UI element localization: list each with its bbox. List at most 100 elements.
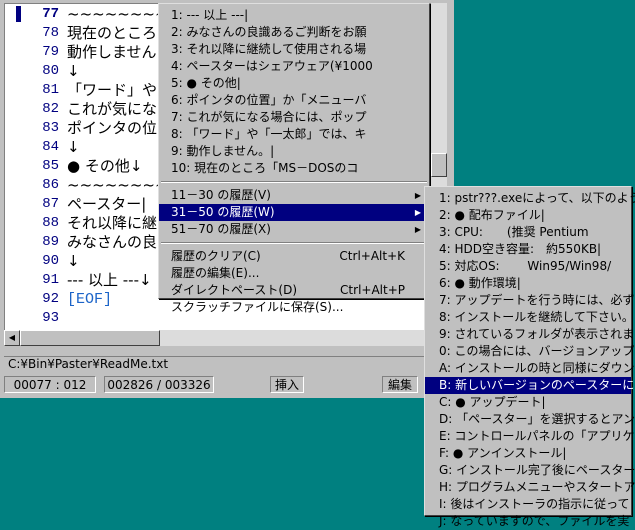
menu-item-label: 51－70 の履歴(X) xyxy=(171,222,271,236)
line-number: 85 xyxy=(42,158,59,174)
history-item[interactable]: 2: みなさんの良識あるご判断をお願 xyxy=(159,24,429,41)
menu-command[interactable]: ダイレクトペースト(D) Ctrl+Alt+P xyxy=(159,282,429,299)
text-line: --- 以上 ---↓ xyxy=(67,271,152,289)
menu-command[interactable]: スクラッチファイルに保存(S)... xyxy=(159,299,429,316)
text-line: ポインタの位 xyxy=(67,119,158,137)
submenu-history-item[interactable]: 4: HDD空き容量: 約550KB| xyxy=(425,241,631,258)
line-number: 88 xyxy=(42,215,59,231)
file-path-bar: C:¥Bin¥Paster¥ReadMe.txt xyxy=(4,356,450,372)
menu-item-label: B: 新しいバージョンのペースターに xyxy=(439,378,635,392)
text-line: [EOF] xyxy=(67,291,113,308)
history-range-item[interactable]: 31－50 の履歴(W) ▶ xyxy=(159,204,429,221)
submenu-history-item[interactable]: B: 新しいバージョンのペースターに xyxy=(425,377,635,394)
menu-item-label: 9: 動作しません。| xyxy=(171,144,275,158)
history-item[interactable]: 8: 「ワード」や「一太郎」では、キ xyxy=(159,126,429,143)
text-line: ↓ xyxy=(67,252,80,270)
menu-item-label: 6: ポインタの位置」か「メニューバ xyxy=(171,93,367,107)
menu-item-label: 9: されているフォルダが表示されま xyxy=(439,327,635,341)
submenu-history-item[interactable]: I: 後はインストーラの指示に従って xyxy=(425,496,631,513)
text-line: ↓ xyxy=(67,138,80,156)
line-number: 82 xyxy=(42,101,59,117)
menu-item-label: 履歴のクリア(C) xyxy=(171,249,261,263)
submenu-history-item[interactable]: 9: されているフォルダが表示されま xyxy=(425,326,635,343)
menu-item-label: A: インストールの時と同様にダウン xyxy=(439,361,635,375)
text-line: 「ワード」や xyxy=(67,81,158,99)
submenu-history-item[interactable]: H: プログラムメニューやスタートア xyxy=(425,479,635,496)
text-line: これが気にな xyxy=(67,100,158,118)
submenu-history-item[interactable]: 1: pstr???.exeによって、以下のよう xyxy=(425,190,635,207)
menu-separator xyxy=(161,242,427,244)
submenu-history-item[interactable]: G: インストール完了後にペースター xyxy=(425,462,635,479)
menu-item-label: F: ● アンインストール| xyxy=(439,446,567,460)
horizontal-scroll-thumb[interactable] xyxy=(20,330,160,346)
line-number: 81 xyxy=(42,82,59,98)
submenu-history-item[interactable]: 6: ● 動作環境| xyxy=(425,275,631,292)
history-item[interactable]: 3: それ以降に継続して使用される場 xyxy=(159,41,429,58)
line-number: 90 xyxy=(42,253,59,269)
history-item[interactable]: 5: ● その他| xyxy=(159,75,429,92)
history-range-item[interactable]: 11－30 の履歴(V) ▶ xyxy=(159,187,429,204)
menu-item-label: 6: ● 動作環境| xyxy=(439,276,521,290)
menu-item-label: ダイレクトペースト(D) xyxy=(171,283,298,297)
menu-separator xyxy=(161,181,427,183)
menu-item-label: G: インストール完了後にペースター xyxy=(439,463,635,477)
menu-item-label: 0: この場合には、バージョンアップ xyxy=(439,344,635,358)
paste-history-menu: 1: --- 以上 ---| 2: みなさんの良識あるご判断をお願 3: それ以降に… xyxy=(158,3,430,314)
insert-mode-indicator: 挿入 xyxy=(270,376,304,393)
submenu-history-item[interactable]: 5: 対応OS: Win95/Win98/ xyxy=(425,258,631,275)
menu-item-label: 4: HDD空き容量: 約550KB| xyxy=(439,242,602,256)
line-number: 92 xyxy=(42,291,59,307)
menu-item-label: 2: みなさんの良識あるご判断をお願 xyxy=(171,25,367,39)
current-line-marker xyxy=(16,6,21,22)
menu-command[interactable]: 履歴の編集(E)... xyxy=(159,265,429,282)
menu-item-label: 10: 現在のところ「MS－DOSのコ xyxy=(171,161,359,175)
history-item[interactable]: 4: ペースターはシェアウェア(¥1000 xyxy=(159,58,429,75)
submenu-history-item[interactable]: 2: ● 配布ファイル| xyxy=(425,207,631,224)
submenu-history-item[interactable]: J: なっていますので、ファイルを実 xyxy=(425,513,631,530)
line-number: 89 xyxy=(42,234,59,250)
menu-item-label: H: プログラムメニューやスタートア xyxy=(439,480,635,494)
scroll-left-button[interactable]: ◀ xyxy=(4,330,20,346)
menu-item-label: 3: CPU: (推奨 Pentium xyxy=(439,225,589,239)
menu-item-label: 1: pstr???.exeによって、以下のよう xyxy=(439,191,635,205)
history-item[interactable]: 10: 現在のところ「MS－DOSのコ xyxy=(159,160,429,177)
cursor-position: 00077 : 012 xyxy=(4,376,96,393)
submenu-history-item[interactable]: 3: CPU: (推奨 Pentium xyxy=(425,224,631,241)
history-item[interactable]: 6: ポインタの位置」か「メニューバ xyxy=(159,92,429,109)
history-range-item[interactable]: 51－70 の履歴(X) ▶ xyxy=(159,221,429,238)
line-number: 84 xyxy=(42,139,59,155)
history-item[interactable]: 1: --- 以上 ---| xyxy=(159,7,429,24)
submenu-arrow-icon: ▶ xyxy=(414,225,421,234)
submenu-history-item[interactable]: 8: インストールを継続して下さい。 xyxy=(425,309,634,326)
menu-item-label: J: なっていますので、ファイルを実 xyxy=(439,514,630,528)
text-line: ● その他↓ xyxy=(67,157,143,175)
submenu-history-item[interactable]: C: ● アップデート| xyxy=(425,394,631,411)
text-line: 動作しません xyxy=(67,43,157,61)
line-number: 86 xyxy=(42,177,59,193)
menu-item-label: 5: ● その他| xyxy=(171,76,241,90)
line-number: 79 xyxy=(42,44,59,60)
menu-item-label: 1: --- 以上 ---| xyxy=(171,8,249,22)
submenu-arrow-icon: ▶ xyxy=(414,208,421,217)
horizontal-scrollbar[interactable]: ◀ xyxy=(4,330,430,346)
history-item[interactable]: 7: これが気になる場合には、ポップ xyxy=(159,109,429,126)
menu-item-label: 31－50 の履歴(W) xyxy=(171,205,275,219)
submenu-history-item[interactable]: F: ● アンインストール| xyxy=(425,445,631,462)
menu-command[interactable]: 履歴のクリア(C) Ctrl+Alt+K xyxy=(159,248,429,265)
submenu-history-item[interactable]: D: 「ペースター」を選択するとアン xyxy=(425,411,635,428)
byte-count: 002826 / 003326 xyxy=(104,376,214,393)
vertical-scroll-thumb[interactable] xyxy=(431,153,447,177)
submenu-history-item[interactable]: 0: この場合には、バージョンアップ xyxy=(425,343,635,360)
submenu-history-item[interactable]: 7: アップデートを行う時には、必ず xyxy=(425,292,635,309)
submenu-history-item[interactable]: A: インストールの時と同様にダウン xyxy=(425,360,635,377)
history-item[interactable]: 9: 動作しません。| xyxy=(159,143,429,160)
menu-item-label: 8: 「ワード」や「一太郎」では、キ xyxy=(171,127,367,141)
line-number: 80 xyxy=(42,63,59,79)
menu-item-label: 2: ● 配布ファイル| xyxy=(439,208,545,222)
line-number: 91 xyxy=(42,272,59,288)
submenu-history-item[interactable]: E: コントロールパネルの「アプリケ xyxy=(425,428,634,445)
text-line: ペースター| xyxy=(67,195,147,213)
status-bar: 00077 : 012 002826 / 003326 挿入 編集 xyxy=(4,375,450,395)
menu-item-label: 11－30 の履歴(V) xyxy=(171,188,271,202)
menu-item-shortcut: Ctrl+Alt+P xyxy=(340,283,405,297)
